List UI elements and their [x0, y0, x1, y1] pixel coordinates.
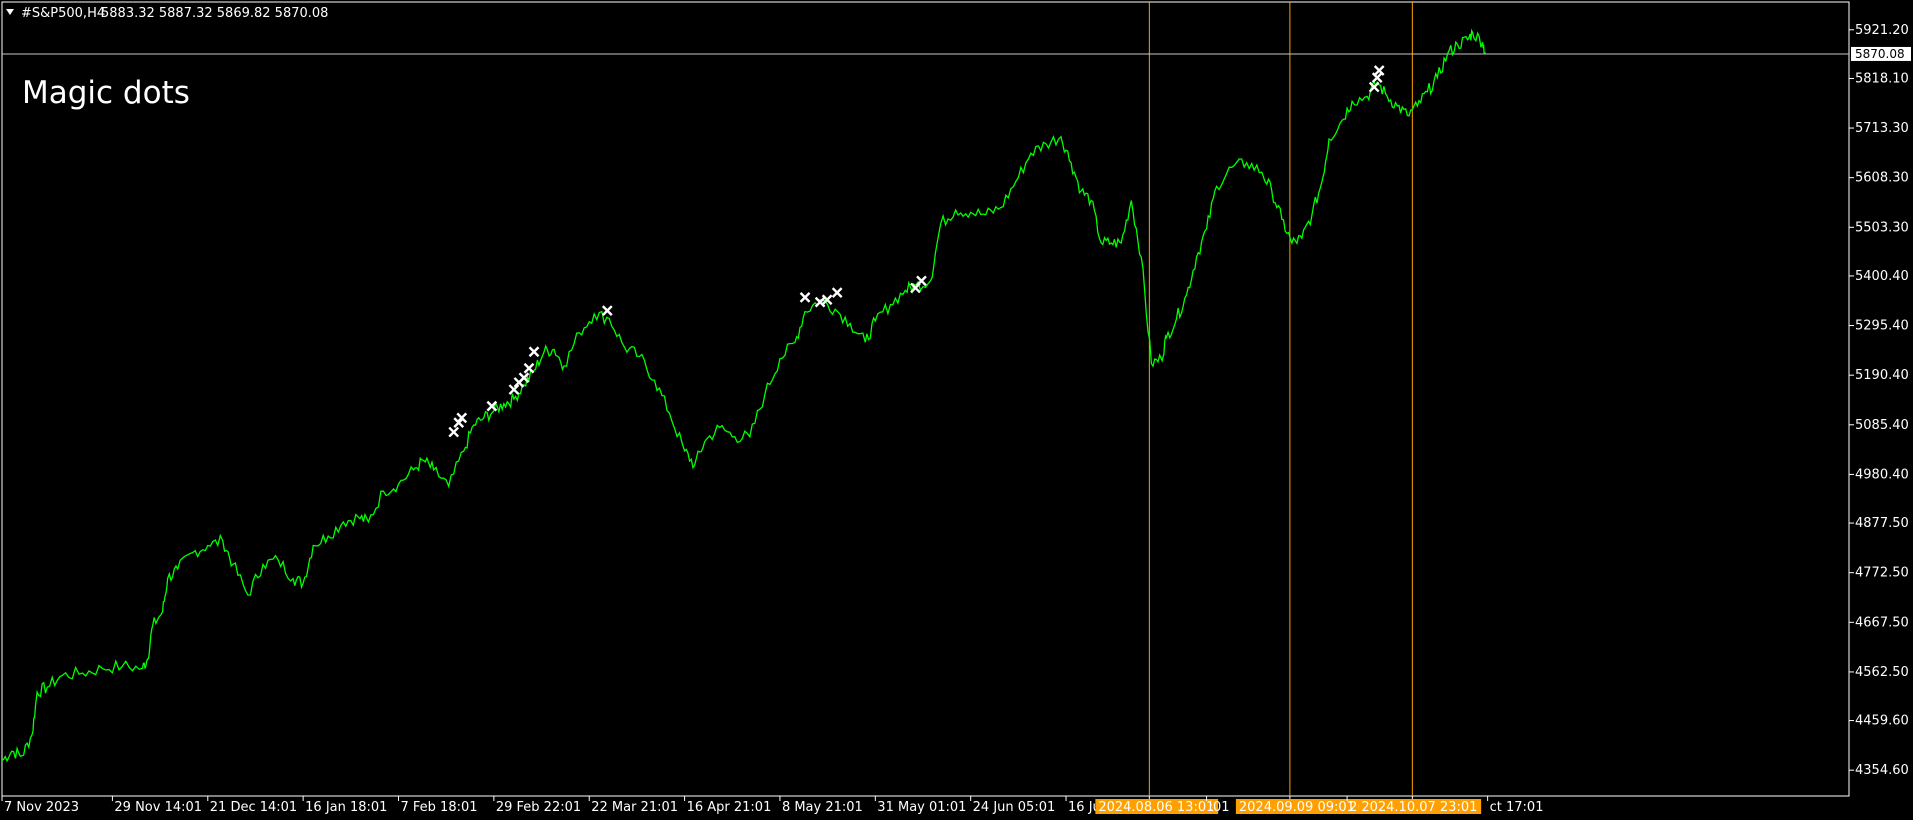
indicator-title: Magic dots — [22, 75, 190, 111]
y-tick-label: 5085.40 — [1855, 418, 1909, 433]
x-tick-label: 7 Nov 2023 — [4, 800, 79, 815]
y-tick-label: 4980.40 — [1855, 467, 1909, 482]
y-tick-label: 4772.50 — [1855, 566, 1909, 581]
y-tick-label: 5713.30 — [1855, 121, 1909, 136]
y-tick-label: 4562.50 — [1855, 665, 1909, 680]
chart-background — [0, 0, 1913, 820]
y-tick-label: 4459.60 — [1855, 714, 1909, 729]
price-chart[interactable]: 5921.20 5818.10 5713.30 5608.30 5503.30 5400.… — [0, 0, 1913, 820]
y-tick-label: 4877.50 — [1855, 516, 1909, 531]
current-price-badge: 5870.08 — [1851, 46, 1911, 61]
x-tick-label: 8 May 21:01 — [782, 800, 863, 815]
chart-header: #S&P500,H4 5883.32 5887.32 5869.82 5870.… — [6, 6, 328, 21]
x-tick-label: ct 17:01 — [1490, 800, 1544, 815]
y-tick-label: 5503.30 — [1855, 220, 1909, 235]
x-tick-label: 7 Feb 18:01 — [401, 800, 478, 815]
x-tick-label: 31 May 01:01 — [877, 800, 966, 815]
y-tick-label: 4667.50 — [1855, 615, 1909, 630]
ohlc-values: 5883.32 5887.32 5869.82 5870.08 — [101, 6, 328, 21]
y-tick-label: 5921.20 — [1855, 23, 1909, 38]
x-tick-label: 22 Mar 21:01 — [591, 800, 678, 815]
x-tick-label: 24 Jun 05:01 — [973, 800, 1056, 815]
vertical-line-date-label: 2024.08.06 13:01 — [1098, 800, 1214, 815]
symbol-label: #S&P500,H4 — [21, 6, 105, 21]
x-tick-label: 29 Feb 22:01 — [496, 800, 581, 815]
x-tick-label: 16 Apr 21:01 — [687, 800, 772, 815]
vertical-line-date-label: 2024.09.09 09:01 — [1239, 800, 1355, 815]
vertical-line-date-label: 2024.10.07 23:01 — [1361, 800, 1477, 815]
y-tick-label: 5608.30 — [1855, 171, 1909, 186]
x-tick-label: :01 — [1209, 800, 1230, 815]
current-price-label: 5870.08 — [1855, 47, 1905, 61]
y-tick-label: 5400.40 — [1855, 269, 1909, 284]
y-tick-label: 5818.10 — [1855, 72, 1909, 87]
y-tick-label: 4354.60 — [1855, 763, 1909, 778]
x-tick-label: 21 Dec 14:01 — [210, 800, 297, 815]
y-tick-label: 5295.40 — [1855, 319, 1909, 334]
y-tick-label: 5190.40 — [1855, 368, 1909, 383]
x-tick-label: 29 Nov 14:01 — [114, 800, 202, 815]
x-tick-label: 16 Jan 18:01 — [305, 800, 387, 815]
